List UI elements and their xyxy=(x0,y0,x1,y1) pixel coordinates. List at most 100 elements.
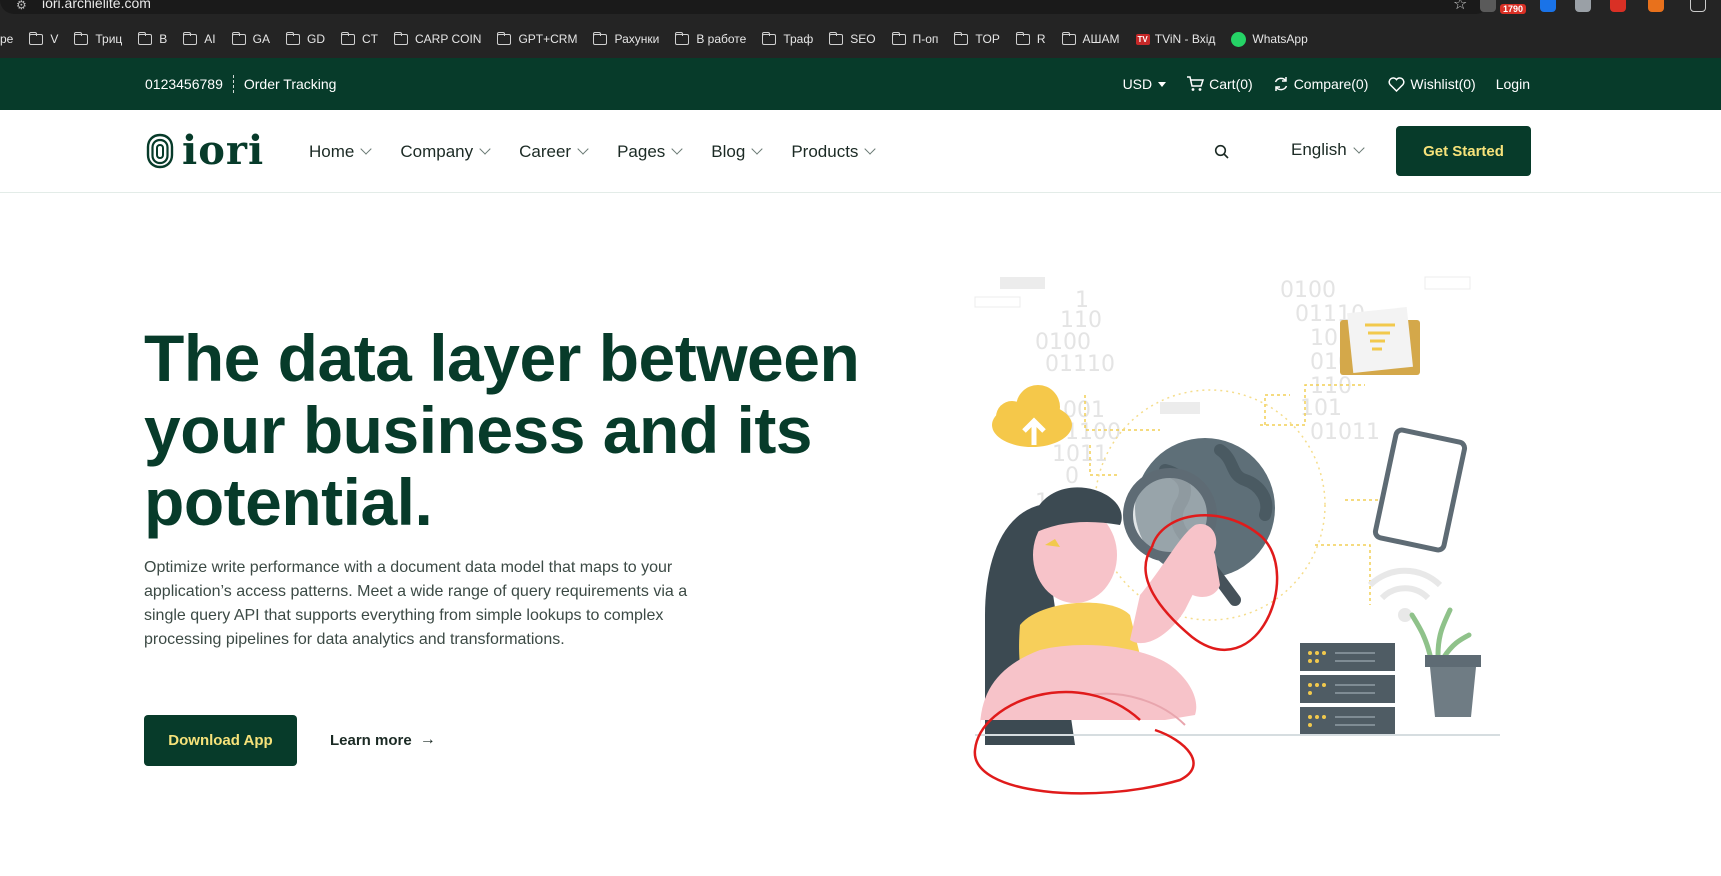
folder-icon xyxy=(340,31,355,45)
compare-label: Compare(0) xyxy=(1293,76,1369,92)
compare-link[interactable]: Compare(0) xyxy=(1273,76,1369,92)
nav-item-products[interactable]: Products xyxy=(791,142,877,162)
nav-item-company[interactable]: Company xyxy=(400,141,491,162)
bookmark-item[interactable]: АШАМ xyxy=(1061,31,1120,46)
nav-item-career[interactable]: Career xyxy=(519,141,589,162)
refresh-icon xyxy=(1274,77,1287,91)
bookmark-label: Рахунки xyxy=(614,32,660,46)
folder-icon xyxy=(593,31,608,45)
address-bar[interactable] xyxy=(0,0,1490,14)
nav-item-blog[interactable]: Blog xyxy=(711,141,763,162)
bookmark-item[interactable]: TV TViN - Вхід xyxy=(1135,32,1216,46)
extension-icon[interactable] xyxy=(1648,0,1664,12)
folder-icon xyxy=(1015,31,1030,45)
bookmark-item[interactable]: CT xyxy=(340,31,378,46)
bookmark-label: Триц xyxy=(95,32,123,46)
bookmark-item[interactable]: B xyxy=(138,31,168,46)
binary-text: 101 xyxy=(1300,396,1342,421)
bookmark-item[interactable]: CARP COIN xyxy=(393,31,481,46)
url-text[interactable]: iori.archielite.com xyxy=(42,0,151,11)
order-tracking-link[interactable]: Order Tracking xyxy=(244,76,337,92)
extension-badge: 1790 xyxy=(1500,4,1527,14)
currency-selector[interactable]: USD xyxy=(1123,76,1167,92)
bookmark-star-icon[interactable]: ☆ xyxy=(1453,0,1467,14)
hero-title: The data layer between your business and… xyxy=(144,322,924,538)
bookmark-label: Траф xyxy=(783,32,814,46)
bookmark-item[interactable]: GPT+CRM xyxy=(497,31,578,46)
bookmark-item[interactable]: П-оп xyxy=(891,31,938,46)
binary-text: 0100 xyxy=(1280,278,1336,303)
bookmark-label: B xyxy=(159,32,168,46)
folder-icon xyxy=(231,31,246,45)
shield-icon[interactable] xyxy=(1575,0,1591,12)
download-app-button[interactable]: Download App xyxy=(144,715,297,766)
logo[interactable]: iori xyxy=(144,127,265,174)
bookmark-label: WhatsApp xyxy=(1252,32,1308,46)
site-info-icon[interactable]: ⚙ xyxy=(16,0,27,12)
divider xyxy=(232,75,234,93)
nav-label: Career xyxy=(519,141,572,161)
tablet-icon xyxy=(1372,427,1468,553)
cart-label: Cart(0) xyxy=(1209,76,1253,92)
nav-item-pages[interactable]: Pages xyxy=(617,142,683,162)
bookmark-item[interactable]: Рахунки xyxy=(593,31,660,46)
bookmark-item[interactable]: AI xyxy=(183,31,216,46)
bookmark-item[interactable]: Триц xyxy=(74,31,123,46)
phone-number[interactable]: 0123456789 xyxy=(145,76,223,92)
wifi-icon xyxy=(1367,567,1443,622)
bookmark-label: SEO xyxy=(850,32,876,46)
bookmark-label: GD xyxy=(306,32,325,46)
bookmark-label: GA xyxy=(252,32,270,46)
cart-icon xyxy=(1187,76,1205,91)
cart-link[interactable]: Cart(0) xyxy=(1186,76,1253,92)
search-icon[interactable] xyxy=(1214,144,1230,160)
bookmarks-bar: pe V Триц B AI GA GD CT CARP COIN GPT+CRM Рахунки В… xyxy=(0,28,1324,50)
binary-text: 01011 xyxy=(1310,420,1380,445)
bookmark-label: R xyxy=(1036,32,1046,46)
get-started-button[interactable]: Get Started xyxy=(1396,126,1531,176)
nav-label: Company xyxy=(400,141,474,161)
folder-icon xyxy=(74,31,89,45)
bookmark-item[interactable]: GA xyxy=(231,31,270,46)
bookmark-item[interactable]: R xyxy=(1015,31,1046,46)
bookmark-item[interactable]: V xyxy=(29,31,58,46)
potted-plant-icon xyxy=(1409,607,1481,717)
cloud-upload-icon xyxy=(992,385,1072,447)
shield-red-icon[interactable] xyxy=(1610,0,1626,12)
folder-icon xyxy=(138,31,153,45)
bookmark-item[interactable]: TOP xyxy=(954,31,1000,46)
bookmark-label: CT xyxy=(361,32,378,46)
tv-icon: TV xyxy=(1135,33,1150,45)
bookmark-item[interactable]: В работе xyxy=(675,31,746,46)
bookmark-item[interactable]: SEO xyxy=(829,31,876,46)
chevron-down-icon xyxy=(577,143,589,155)
hero-description: Optimize write performance with a docume… xyxy=(144,559,688,648)
nav-item-home[interactable]: Home xyxy=(309,142,373,162)
wishlist-link[interactable]: Wishlist(0) xyxy=(1388,76,1476,92)
bookmark-item[interactable]: Траф xyxy=(762,31,814,46)
nav-label: Blog xyxy=(711,141,746,161)
binary-text: 01110 xyxy=(1045,352,1115,377)
chevron-down-icon xyxy=(479,143,491,155)
learn-more-link[interactable]: Learn more → xyxy=(330,731,436,749)
binary-text: 1011 xyxy=(1052,442,1108,467)
server-rack-icon xyxy=(1300,643,1395,735)
main-navigation: iori Home Company Career Pages Blog Prod… xyxy=(0,110,1721,193)
folder-document-icon xyxy=(1340,307,1420,375)
language-selector[interactable]: English xyxy=(1291,140,1365,160)
folder-icon xyxy=(285,31,300,45)
extension-icon[interactable] xyxy=(1540,0,1556,12)
login-link[interactable]: Login xyxy=(1496,76,1530,92)
chevron-down-icon xyxy=(671,143,683,155)
folder-icon xyxy=(891,31,906,45)
extensions-menu-icon[interactable] xyxy=(1690,0,1706,12)
bookmark-label: TViN - Вхід xyxy=(1154,32,1216,46)
extension-icon[interactable] xyxy=(1480,0,1496,12)
folder-icon xyxy=(183,31,198,45)
logo-text: iori xyxy=(182,127,265,174)
bookmark-item[interactable]: WhatsApp xyxy=(1231,31,1308,47)
bookmark-label: GPT+CRM xyxy=(518,32,578,46)
bookmark-item[interactable]: GD xyxy=(285,31,325,46)
folder-icon xyxy=(954,31,969,45)
bookmark-item[interactable]: pe xyxy=(0,32,13,46)
